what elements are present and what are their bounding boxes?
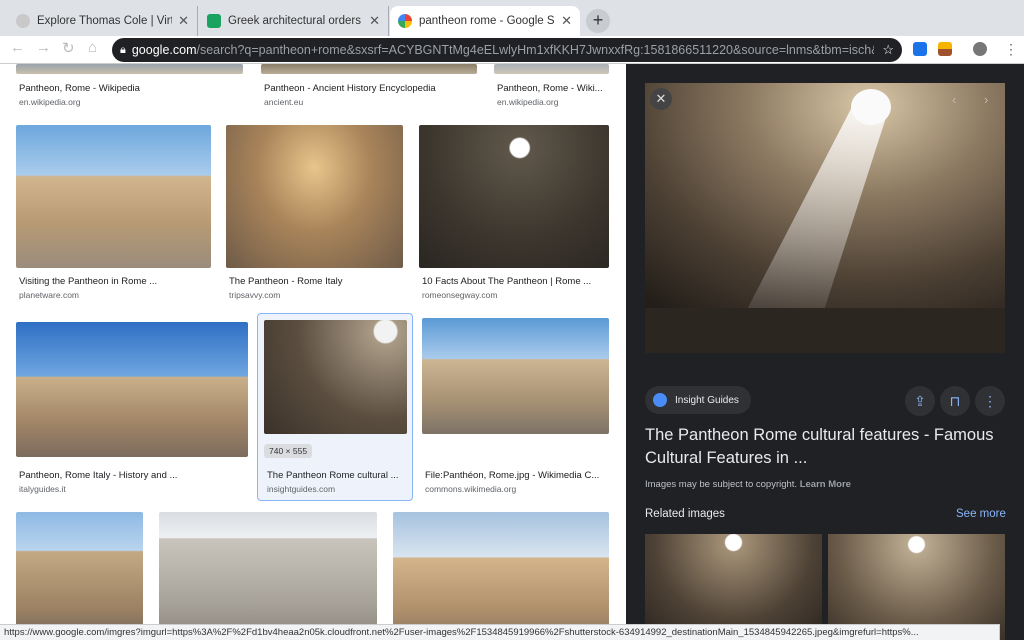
preview-image[interactable]	[645, 83, 1005, 353]
copyright-notice: Images may be subject to copyright. Lear…	[645, 479, 851, 490]
pantheon-dome-picture	[645, 83, 1005, 353]
result-source: insightguides.com	[267, 484, 336, 494]
result-caption[interactable]: Pantheon, Rome - Wiki...	[497, 83, 607, 94]
close-tab-icon[interactable]: ✕	[178, 13, 189, 29]
see-more-link[interactable]: See more	[956, 508, 1006, 520]
result-image[interactable]	[16, 512, 143, 640]
result-caption[interactable]: The Pantheon - Rome Italy	[229, 276, 406, 287]
result-source: tripsavvy.com	[229, 290, 281, 300]
result-image[interactable]	[226, 125, 403, 268]
profile-avatar-icon[interactable]	[973, 42, 987, 56]
image-dimensions-badge: 740 × 555	[264, 444, 313, 458]
result-caption[interactable]: File:Panthéon, Rome.jpg - Wikimedia C...	[425, 470, 609, 481]
extension-icon[interactable]	[938, 42, 952, 56]
url-domain: google.com	[131, 43, 197, 57]
result-image[interactable]	[16, 64, 243, 74]
result-source: commons.wikimedia.org	[425, 484, 517, 494]
result-caption[interactable]: The Pantheon Rome cultural ...	[267, 470, 407, 481]
save-bookmark-button[interactable]: ⊓	[940, 386, 970, 416]
close-tab-icon[interactable]: ✕	[561, 13, 572, 29]
result-caption[interactable]: 10 Facts About The Pantheon | Rome ...	[422, 276, 609, 287]
browser-toolbar: ← → ↻ ⌂ 🔒︎ google.com/search?q=pantheon+…	[0, 36, 1024, 64]
address-bar[interactable]: 🔒︎ google.com/search?q=pantheon+rome&sxs…	[112, 38, 902, 62]
tab-title: pantheon rome - Google Searc	[419, 15, 555, 27]
copyright-text: Images may be subject to copyright.	[645, 479, 798, 490]
google-icon	[398, 14, 412, 28]
result-source: italyguides.it	[19, 484, 66, 494]
bookmark-star-icon[interactable]: ☆	[882, 42, 894, 58]
result-source: romeonsegway.com	[422, 290, 498, 300]
globe-icon	[16, 14, 30, 28]
learn-more-link[interactable]: Learn More	[800, 479, 851, 490]
tab-title: Explore Thomas Cole | Virtual C	[37, 15, 172, 27]
result-image[interactable]	[159, 512, 377, 640]
result-image[interactable]	[264, 320, 407, 434]
image-preview-panel: ✕ ‹ › Insight Guides ⇪ ⊓ ⋮ The Pantheon …	[626, 64, 1024, 640]
forward-arrow-icon[interactable]: →	[36, 39, 51, 56]
extension-calendar-icon[interactable]	[913, 42, 927, 56]
related-images-heading: Related images	[645, 508, 725, 520]
share-button[interactable]: ⇪	[905, 386, 935, 416]
status-bar-url: https://www.google.com/imgres?imgurl=htt…	[0, 624, 1000, 640]
more-options-button[interactable]: ⋮	[975, 386, 1005, 416]
next-image-icon[interactable]: ›	[984, 92, 988, 107]
result-caption[interactable]: Visiting the Pantheon in Rome ...	[19, 276, 214, 287]
result-caption[interactable]: Pantheon, Rome Italy - History and ...	[19, 470, 244, 481]
globe-icon	[653, 393, 667, 407]
result-image[interactable]	[422, 318, 609, 434]
source-name: Insight Guides	[675, 394, 739, 406]
reload-icon[interactable]: ↻	[62, 39, 75, 57]
result-image[interactable]	[261, 64, 477, 74]
source-chip[interactable]: Insight Guides	[645, 386, 751, 414]
new-tab-button[interactable]: +	[586, 9, 610, 33]
url-path: /search?q=pantheon+rome&sxsrf=ACYBGNTtMg…	[196, 43, 875, 57]
tab-title: Greek architectural orders (art	[228, 15, 363, 27]
back-arrow-icon[interactable]: ←	[10, 39, 25, 56]
result-image[interactable]	[16, 322, 248, 457]
result-image[interactable]	[393, 512, 609, 640]
tab-pantheon-search[interactable]: pantheon rome - Google Searc ✕	[390, 6, 580, 36]
lock-icon: 🔒︎	[120, 43, 126, 56]
result-source: en.wikipedia.org	[497, 97, 559, 107]
preview-title[interactable]: The Pantheon Rome cultural features - Fa…	[645, 424, 1005, 470]
result-image[interactable]	[419, 125, 609, 268]
image-results: Pantheon, Rome - Wikipedia en.wikipedia.…	[0, 64, 626, 640]
result-caption[interactable]: Pantheon - Ancient History Encyclopedia	[264, 83, 474, 94]
tab-thomas-cole[interactable]: Explore Thomas Cole | Virtual C ✕	[8, 6, 198, 36]
result-image[interactable]	[16, 125, 211, 268]
close-tab-icon[interactable]: ✕	[369, 13, 380, 29]
tab-bar: Explore Thomas Cole | Virtual C ✕ Greek …	[0, 0, 1024, 36]
home-icon[interactable]: ⌂	[88, 39, 97, 56]
khan-academy-icon	[207, 14, 221, 28]
tab-greek-orders[interactable]: Greek architectural orders (art ✕	[199, 6, 389, 36]
result-source: ancient.eu	[264, 97, 304, 107]
result-source: planetware.com	[19, 290, 80, 300]
result-source: en.wikipedia.org	[19, 97, 81, 107]
close-preview-button[interactable]: ✕	[650, 88, 672, 110]
url-text: google.com/search?q=pantheon+rome&sxsrf=…	[132, 43, 874, 57]
result-image[interactable]	[494, 64, 609, 74]
result-caption[interactable]: Pantheon, Rome - Wikipedia	[19, 83, 239, 94]
previous-image-icon[interactable]: ‹	[952, 92, 956, 107]
more-menu-icon[interactable]: ⋮	[1004, 41, 1018, 58]
